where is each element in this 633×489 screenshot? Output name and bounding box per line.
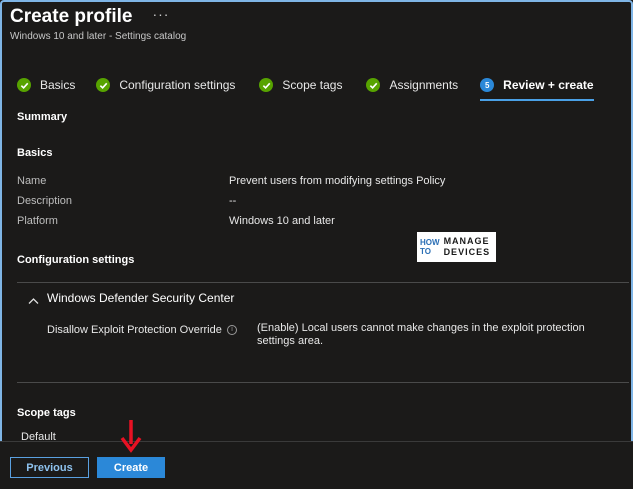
tab-assignments[interactable]: Assignments [366, 76, 458, 94]
tab-review-create[interactable]: 5 Review + create [480, 76, 594, 101]
divider [17, 282, 629, 283]
create-button[interactable]: Create [97, 457, 165, 478]
name-value: Prevent users from modifying settings Po… [229, 175, 446, 187]
checkmark-icon [259, 78, 274, 92]
step-number-icon: 5 [480, 78, 495, 92]
platform-label: Platform [17, 215, 58, 227]
page-subtitle: Windows 10 and later - Settings catalog [10, 31, 187, 42]
tab-label: Scope tags [282, 78, 343, 92]
description-label: Description [17, 195, 73, 207]
summary-heading: Summary [17, 111, 68, 123]
window-frame [0, 0, 633, 489]
scope-tags-heading: Scope tags [17, 407, 76, 419]
logo-manage: MANAGE [443, 236, 490, 246]
description-value: -- [229, 195, 237, 207]
platform-value: Windows 10 and later [229, 215, 335, 227]
checkmark-icon [366, 78, 381, 92]
tab-label: Assignments [389, 78, 459, 92]
info-icon[interactable]: i [227, 325, 237, 335]
tab-label: Basics [40, 78, 76, 92]
chevron-up-icon[interactable] [28, 292, 39, 310]
wizard-footer [0, 441, 633, 489]
wizard-steps: Basics Configuration settings Scope tags… [17, 76, 594, 101]
logo-devices: DEVICES [443, 247, 491, 257]
tab-basics[interactable]: Basics [17, 76, 75, 94]
page-header: Create profile ··· Windows 10 and later … [10, 6, 186, 42]
logo-how: HOW [420, 238, 440, 247]
divider [17, 382, 629, 383]
page-title: Create profile [10, 6, 133, 27]
configuration-settings-heading: Configuration settings [17, 254, 135, 266]
more-options-icon[interactable]: ··· [152, 6, 169, 22]
previous-button[interactable]: Previous [10, 457, 89, 478]
tab-label: Configuration settings [119, 78, 236, 92]
checkmark-icon [96, 78, 111, 92]
name-label: Name [17, 175, 47, 187]
setting-label: Disallow Exploit Protection Override [47, 324, 222, 336]
red-arrow-down-icon [119, 418, 143, 459]
howtomanagedevices-logo: HOW TO MANAGE DEVICES [417, 232, 496, 262]
logo-to: TO [420, 247, 431, 256]
settings-group-title[interactable]: Windows Defender Security Center [47, 291, 234, 305]
checkmark-icon [17, 78, 31, 92]
setting-value: (Enable) Local users cannot make changes… [257, 322, 585, 347]
tab-configuration-settings[interactable]: Configuration settings [96, 76, 235, 94]
tab-label: Review + create [503, 78, 594, 92]
tab-scope-tags[interactable]: Scope tags [259, 76, 342, 94]
basics-heading: Basics [17, 147, 53, 159]
